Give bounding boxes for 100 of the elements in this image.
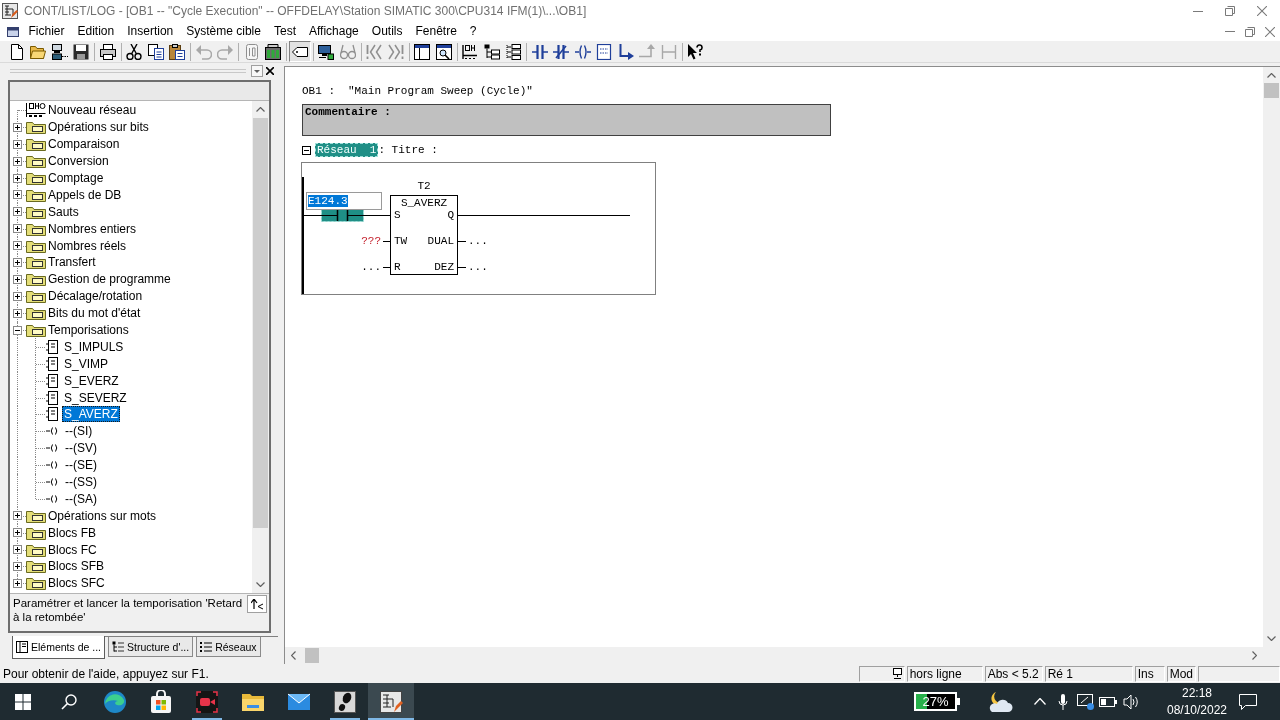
expand-icon[interactable] — [13, 173, 22, 183]
volume-icon[interactable] — [1123, 693, 1139, 710]
close-icon — [266, 67, 274, 75]
toolbar-button[interactable] — [433, 41, 455, 62]
expand-icon[interactable] — [13, 190, 22, 200]
dropdown-button[interactable] — [251, 65, 263, 77]
tree-item[interactable]: --(SS) — [63, 474, 99, 491]
tree-item[interactable]: S_SEVERZ — [62, 389, 129, 406]
scrollbar-thumb[interactable] — [305, 648, 319, 663]
scrollbar-thumb[interactable] — [253, 118, 268, 528]
shopping-bag-icon — [149, 689, 173, 714]
tree-item[interactable]: Bits du mot d'état — [46, 305, 143, 322]
toolbar-button[interactable] — [262, 41, 284, 62]
expand-icon[interactable] — [13, 122, 22, 132]
notification-icon[interactable] — [1239, 693, 1257, 710]
expand-icon[interactable] — [13, 562, 22, 571]
expand-icon[interactable] — [13, 274, 22, 284]
tree-item[interactable]: Blocs FC — [46, 541, 99, 558]
tree-item[interactable]: Blocs FB — [46, 524, 98, 541]
toolbar-button[interactable] — [166, 41, 188, 62]
tree-item[interactable]: --(SI) — [63, 423, 95, 440]
expand-icon[interactable] — [13, 257, 22, 267]
expand-icon[interactable] — [13, 224, 22, 234]
toolbar-button[interactable] — [123, 41, 145, 62]
toolbar-button[interactable] — [411, 41, 433, 62]
coil-icon — [46, 478, 59, 487]
menu-item[interactable]: Test — [267, 23, 303, 40]
tree-item[interactable]: S_AVERZ — [62, 406, 120, 423]
tree-item[interactable]: Décalage/rotation — [46, 288, 145, 305]
toolbar-button[interactable] — [49, 41, 71, 62]
tree-item[interactable]: Sauts — [46, 203, 81, 220]
expand-icon[interactable] — [13, 545, 22, 555]
contact-icon — [531, 43, 548, 60]
tree-item[interactable]: --(SE) — [63, 457, 99, 474]
expand-icon[interactable] — [13, 578, 22, 588]
parameter-value[interactable]: ??? — [361, 235, 381, 247]
tree-item[interactable]: Comptage — [46, 170, 106, 186]
panel-tab[interactable]: Eléments de ... — [12, 636, 106, 659]
tree-item[interactable]: Nouveau réseau — [46, 102, 139, 119]
menu-item[interactable]: Fenêtre — [409, 23, 464, 40]
branch-arrow-icon — [617, 43, 634, 60]
network-label[interactable]: Réseau 1 — [315, 143, 379, 157]
collapse-icon[interactable] — [13, 325, 22, 335]
tree-item[interactable]: Nombres entiers — [46, 220, 139, 237]
tree-item[interactable]: Comparaison — [46, 136, 122, 153]
microphone-icon[interactable] — [1058, 693, 1068, 710]
expand-icon[interactable] — [13, 207, 22, 217]
toolbar-button[interactable] — [97, 41, 119, 62]
tree-item[interactable]: Transfert — [46, 254, 98, 271]
expand-icon[interactable] — [13, 241, 22, 251]
tree-item[interactable]: Gestion de programme — [46, 271, 173, 288]
tree-item[interactable]: Opérations sur bits — [46, 119, 151, 136]
expand-icon[interactable] — [13, 511, 22, 521]
menu-item[interactable]: Système cible — [179, 23, 268, 40]
tree-item[interactable]: --(SA) — [63, 490, 99, 507]
comment-field[interactable]: Commentaire : — [302, 104, 831, 136]
tree-item[interactable]: Blocs SFB — [46, 558, 106, 575]
collapse-icon[interactable] — [302, 145, 311, 155]
chevron-up-icon[interactable] — [1034, 698, 1046, 705]
scrollbar-thumb[interactable] — [1264, 83, 1279, 98]
menu-item[interactable]: Insertion — [120, 23, 180, 40]
book-icon — [16, 641, 28, 653]
clock-time[interactable]: 22:18 — [1182, 684, 1212, 702]
tree-item[interactable]: S_VIMP — [62, 355, 110, 372]
tree-item[interactable]: Temporisations — [46, 322, 131, 338]
close-button[interactable] — [264, 65, 276, 77]
expand-icon[interactable] — [13, 156, 22, 166]
parameter-value[interactable]: ... — [361, 261, 381, 273]
menu-item[interactable]: Fichier — [22, 23, 71, 40]
tree-item[interactable]: Opérations sur mots — [46, 507, 159, 524]
close-icon — [1257, 6, 1267, 16]
monitor-icon[interactable] — [1077, 693, 1094, 710]
tree-item[interactable]: S_EVERZ — [62, 372, 121, 389]
expand-icon[interactable] — [13, 291, 22, 301]
menu-item[interactable]: ? — [463, 23, 484, 40]
status-panel: Abs < 5.2 — [984, 665, 1043, 682]
parameter-value[interactable]: ... — [468, 235, 488, 247]
tree-item[interactable]: Conversion — [46, 153, 111, 170]
battery-icon[interactable] — [1099, 696, 1117, 707]
toolbar-button[interactable] — [145, 41, 167, 62]
insert-button[interactable] — [247, 595, 267, 613]
menu-item[interactable]: Affichage — [302, 23, 366, 40]
tree-item[interactable]: Blocs SFC — [46, 575, 107, 592]
expand-icon[interactable] — [13, 139, 22, 149]
tree-item[interactable]: Nombres réels — [46, 237, 129, 254]
toolbar-button[interactable] — [289, 41, 311, 62]
panel-tab[interactable]: Réseaux — [196, 637, 261, 657]
menu-item[interactable]: Outils — [365, 23, 409, 40]
tree-item[interactable]: Appels de DB — [46, 186, 124, 203]
expand-icon[interactable] — [13, 528, 22, 538]
menu-item[interactable]: Edition — [71, 23, 121, 40]
taskbar-app-button[interactable] — [368, 683, 414, 720]
chevron-up-icon — [1267, 73, 1276, 78]
tree-item[interactable]: --(SV) — [63, 440, 99, 457]
panel-tab[interactable]: Structure d'... — [108, 637, 194, 657]
tree-item[interactable]: S_IMPULS — [62, 338, 126, 355]
address-field[interactable]: E124.3 — [306, 192, 382, 210]
clock-date[interactable]: 08/10/2022 — [1166, 701, 1228, 719]
expand-icon[interactable] — [13, 308, 22, 318]
parameter-value[interactable]: ... — [468, 261, 488, 273]
